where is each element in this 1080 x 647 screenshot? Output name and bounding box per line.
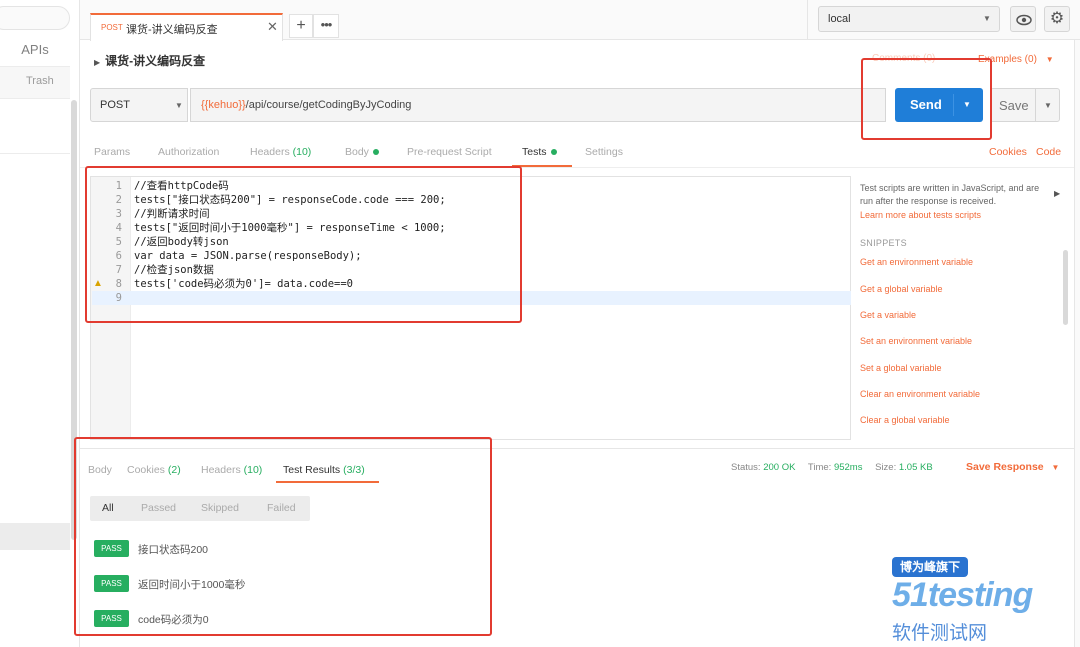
snippet-item[interactable]: Set a global variable: [860, 363, 942, 373]
snippet-item[interactable]: Get a variable: [860, 310, 916, 320]
caret-right-icon[interactable]: ▶: [1054, 189, 1060, 198]
request-name: 课货-讲义编码反查: [105, 54, 206, 68]
eye-icon: [1016, 14, 1032, 26]
annotation-box-results: [74, 437, 492, 636]
learn-more-link[interactable]: Learn more about tests scripts: [860, 210, 981, 220]
time-label: Time:: [807, 462, 832, 473]
tab-headers-count: (10): [292, 146, 312, 158]
time-value: 952ms: [833, 462, 863, 473]
tab-tests-label: Tests: [522, 146, 547, 158]
status-dot-icon: [550, 149, 557, 155]
chevron-down-icon[interactable]: ▼: [1044, 101, 1052, 110]
snippets-heading: SNIPPETS: [860, 238, 907, 248]
save-button[interactable]: Save ▼: [990, 88, 1060, 122]
chevron-down-icon: ▼: [1045, 55, 1054, 64]
snippet-item[interactable]: Clear a global variable: [860, 415, 950, 425]
tab-method: POST: [101, 23, 123, 32]
caret-right-icon[interactable]: ▶: [94, 58, 100, 67]
status-label: Status:: [731, 462, 761, 473]
request-title[interactable]: ▶ 课货-讲义编码反查: [94, 52, 205, 69]
environment-select[interactable]: local ▼: [818, 6, 1000, 32]
divider: [1035, 89, 1036, 121]
tab-headers-label: Headers: [250, 146, 290, 158]
sidebar-apis-tab[interactable]: APIs: [0, 36, 70, 64]
snippet-item[interactable]: Get a global variable: [860, 284, 943, 294]
sidebar-collection-item[interactable]: [0, 102, 70, 154]
tab-headers[interactable]: Headers (10): [250, 146, 311, 158]
sidebar-search-input[interactable]: [0, 6, 70, 30]
save-label: Save: [999, 98, 1029, 113]
tab-title: 课货-讲义编码反查: [126, 24, 218, 36]
gear-icon[interactable]: ⚙: [1044, 6, 1070, 32]
size-label: Size:: [875, 462, 897, 473]
request-tab[interactable]: POST 课货-讲义编码反查 ✕: [90, 13, 283, 41]
window-scrollbar[interactable]: [1074, 40, 1080, 647]
watermark-logo: 51testing: [892, 576, 1033, 614]
url-variable: {{kehuo}}: [201, 99, 246, 111]
tab-body[interactable]: Body: [345, 146, 379, 158]
method-select[interactable]: POST ▼: [90, 88, 188, 122]
snippet-item[interactable]: Get an environment variable: [860, 257, 973, 267]
tab-authorization[interactable]: Authorization: [158, 146, 219, 158]
snippets-scrollbar[interactable]: [1063, 250, 1068, 325]
snippet-item[interactable]: Clear an environment variable: [860, 389, 980, 399]
snippets-description: Test scripts are written in JavaScript, …: [860, 183, 1040, 206]
more-tabs-button[interactable]: •••: [313, 14, 339, 38]
status-dot-icon: [372, 149, 379, 155]
url-input[interactable]: {{kehuo}}/api/course/getCodingByJyCoding: [190, 88, 886, 122]
annotation-box-tests: [85, 166, 522, 323]
close-icon[interactable]: ✕: [267, 19, 278, 35]
tab-tests[interactable]: Tests: [522, 146, 557, 158]
size-value: 1.05 KB: [898, 462, 933, 473]
snippet-item[interactable]: Set an environment variable: [860, 336, 972, 346]
left-sidebar: APIs Trash: [0, 0, 80, 647]
request-tabs-bar: POST 课货-讲义编码反查 ✕ + ••• local ▼ ⚙: [80, 0, 1080, 41]
chevron-down-icon: ▼: [1051, 463, 1060, 472]
environment-quicklook-button[interactable]: [1010, 6, 1036, 32]
watermark-logo: 软件测试网: [892, 623, 988, 644]
chevron-down-icon: ▼: [983, 14, 991, 23]
method-value: POST: [100, 99, 130, 111]
url-path: /api/course/getCodingByJyCoding: [245, 99, 412, 111]
response-status-bar: Status: 200 OK Time: 952ms Size: 1.05 KB: [731, 462, 943, 473]
tab-body-label: Body: [345, 146, 369, 158]
save-response-button[interactable]: Save Response ▼: [966, 461, 1059, 473]
annotation-box-send: [861, 58, 992, 140]
request-subtabs: [80, 140, 1080, 168]
save-response-label: Save Response: [966, 461, 1044, 473]
status-value: 200 OK: [763, 462, 796, 473]
url-value: {{kehuo}}/api/course/getCodingByJyCoding: [201, 99, 411, 111]
watermark-logo: 博为峰旗下: [892, 557, 968, 577]
tab-settings[interactable]: Settings: [585, 146, 623, 158]
add-tab-button[interactable]: +: [289, 14, 313, 38]
chevron-down-icon: ▼: [175, 101, 183, 110]
tab-prerequest-script[interactable]: Pre-request Script: [407, 146, 492, 158]
environment-value: local: [828, 13, 851, 25]
cookies-link[interactable]: Cookies: [989, 146, 1027, 158]
tab-params[interactable]: Params: [94, 146, 130, 158]
code-link[interactable]: Code: [1036, 146, 1061, 158]
sidebar-trash-label[interactable]: Trash: [26, 75, 54, 87]
divider: [807, 0, 808, 40]
sidebar-selected-item[interactable]: [0, 523, 70, 550]
